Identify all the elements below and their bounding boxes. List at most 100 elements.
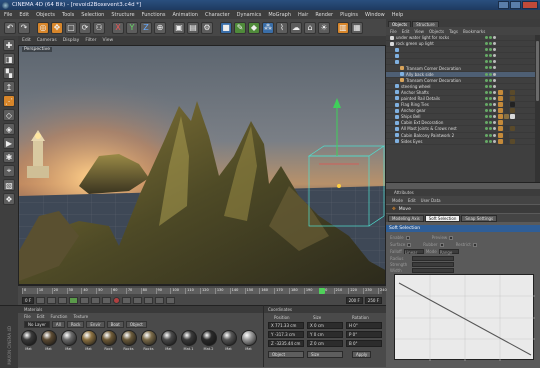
- texture-tag-icon[interactable]: [498, 89, 503, 95]
- rotation-key-icon[interactable]: [166, 296, 176, 304]
- render-settings-icon[interactable]: ⚙: [201, 21, 213, 34]
- camera-icon[interactable]: ⌂: [304, 21, 316, 34]
- rotation-b-field[interactable]: B 0°: [346, 340, 382, 347]
- texture-tag-icon[interactable]: [498, 102, 503, 108]
- attr-menu-user-data[interactable]: User Data: [421, 198, 441, 203]
- material-menu-texture[interactable]: Texture: [73, 314, 88, 319]
- visibility-flags[interactable]: [485, 139, 496, 143]
- falloff-dropdown[interactable]: Linear: [403, 249, 424, 255]
- keyframe-selection-icon[interactable]: [133, 296, 143, 304]
- menu-dynamics[interactable]: Dynamics: [237, 12, 262, 18]
- lock-icon[interactable]: ▦: [351, 21, 363, 34]
- redo-icon[interactable]: ↷: [18, 21, 30, 34]
- layer-tab-rock[interactable]: Rock: [66, 321, 85, 328]
- visibility-flags[interactable]: [485, 78, 496, 82]
- position-key-icon[interactable]: [144, 296, 154, 304]
- width-slider[interactable]: [412, 268, 454, 273]
- mode-dropdown[interactable]: Range: [438, 249, 459, 255]
- texture-tag-icon[interactable]: [498, 95, 503, 101]
- polygons-mode-icon[interactable]: ◈: [3, 123, 15, 135]
- position-y-field[interactable]: Y -317.3 cm: [268, 331, 304, 338]
- object-list-scrollbar[interactable]: [535, 35, 540, 182]
- previous-key-icon[interactable]: [47, 296, 57, 304]
- menu-character[interactable]: Character: [205, 12, 230, 18]
- go-to-start-icon[interactable]: [36, 296, 46, 304]
- menu-objects[interactable]: Objects: [36, 12, 55, 18]
- texture-tag-icon[interactable]: [510, 126, 515, 132]
- material-swatch[interactable]: Mat.1: [180, 330, 197, 351]
- texture-tag-icon[interactable]: [498, 132, 503, 138]
- edges-mode-icon[interactable]: ◇: [3, 109, 15, 121]
- sculpt-icon[interactable]: ❖: [3, 193, 15, 205]
- material-swatch[interactable]: Mat: [40, 330, 57, 351]
- material-menu-file[interactable]: File: [24, 314, 31, 319]
- menu-plugins[interactable]: Plugins: [340, 12, 358, 18]
- rubber-checkbox[interactable]: [439, 242, 444, 247]
- menu-animation[interactable]: Animation: [172, 12, 198, 18]
- visibility-flags[interactable]: [485, 115, 496, 119]
- next-frame-icon[interactable]: [80, 296, 90, 304]
- radius-slider[interactable]: [412, 256, 454, 261]
- rotation-h-field[interactable]: H 0°: [346, 322, 382, 329]
- spline-pen-icon[interactable]: ✎: [234, 21, 246, 34]
- undo-icon[interactable]: ↶: [4, 21, 16, 34]
- material-swatch[interactable]: Mat: [240, 330, 257, 351]
- menu-window[interactable]: Window: [365, 12, 385, 18]
- rotate-icon[interactable]: ⟳: [79, 21, 91, 34]
- render-picture-viewer-icon[interactable]: ▤: [187, 21, 199, 34]
- material-swatch[interactable]: Mat.2: [200, 330, 217, 351]
- falloff-curve-graph[interactable]: [394, 274, 535, 361]
- viewport-menu-display[interactable]: Display: [63, 38, 80, 43]
- y-axis-icon[interactable]: Y: [126, 21, 138, 34]
- texture-tag-icon[interactable]: [498, 114, 503, 120]
- texture-tag-icon[interactable]: [504, 95, 509, 101]
- object-menu-tags[interactable]: Tags: [449, 29, 458, 34]
- x-axis-icon[interactable]: X: [112, 21, 124, 34]
- snap-icon[interactable]: ⌖: [3, 165, 15, 177]
- light-icon[interactable]: ☀: [318, 21, 330, 34]
- animation-mode-icon[interactable]: ▶: [3, 137, 15, 149]
- texture-mode-icon[interactable]: ▚: [3, 67, 15, 79]
- material-menu-edit[interactable]: Edit: [37, 314, 45, 319]
- viewport-menu-cameras[interactable]: Cameras: [37, 38, 57, 43]
- scrollbar-thumb[interactable]: [536, 41, 539, 101]
- scale-key-icon[interactable]: [155, 296, 165, 304]
- previous-frame-icon[interactable]: [58, 296, 68, 304]
- material-swatch[interactable]: Mat: [80, 330, 97, 351]
- layout-icon[interactable]: ▥: [337, 21, 349, 34]
- apply-button[interactable]: Apply: [352, 351, 372, 358]
- texture-tag-icon[interactable]: [504, 126, 509, 132]
- menu-selection[interactable]: Selection: [81, 12, 104, 18]
- material-swatch[interactable]: Rock: [100, 330, 117, 351]
- layer-tab-boat[interactable]: Boat: [106, 321, 124, 328]
- subdivision-surface-icon[interactable]: ◆: [248, 21, 260, 34]
- minimize-button[interactable]: [498, 1, 509, 9]
- object-menu-file[interactable]: File: [390, 29, 397, 34]
- texture-tag-icon[interactable]: [498, 120, 503, 126]
- tweak-mode-icon[interactable]: ✱: [3, 151, 15, 163]
- render-view-icon[interactable]: ▣: [173, 21, 185, 34]
- texture-tag-icon[interactable]: [510, 138, 515, 144]
- visibility-flags[interactable]: [485, 90, 496, 94]
- visibility-flags[interactable]: [485, 133, 496, 137]
- texture-tag-icon[interactable]: [498, 126, 503, 132]
- size-z-field[interactable]: Z 0 cm: [307, 340, 343, 347]
- visibility-flags[interactable]: [485, 66, 496, 70]
- position-z-field[interactable]: Z -3235.44 cm: [268, 340, 304, 347]
- position-x-field[interactable]: X 771.33 cm: [268, 322, 304, 329]
- play-icon[interactable]: [69, 296, 79, 304]
- visibility-flags[interactable]: [485, 60, 496, 64]
- object-menu-view[interactable]: View: [414, 29, 424, 34]
- playhead-marker[interactable]: [318, 288, 325, 294]
- visibility-flags[interactable]: [485, 36, 496, 39]
- menu-functions[interactable]: Functions: [142, 12, 166, 18]
- layer-tab-all[interactable]: All: [51, 321, 65, 328]
- material-swatch[interactable]: Mat: [220, 330, 237, 351]
- size-x-field[interactable]: X 0 cm: [307, 322, 343, 329]
- texture-tag-icon[interactable]: [510, 114, 515, 120]
- deformer-icon[interactable]: ⌇: [276, 21, 288, 34]
- start-frame-field[interactable]: 0 F: [22, 296, 35, 304]
- texture-tag-icon[interactable]: [510, 89, 515, 95]
- object-menu-edit[interactable]: Edit: [402, 29, 410, 34]
- texture-tag-icon[interactable]: [510, 95, 515, 101]
